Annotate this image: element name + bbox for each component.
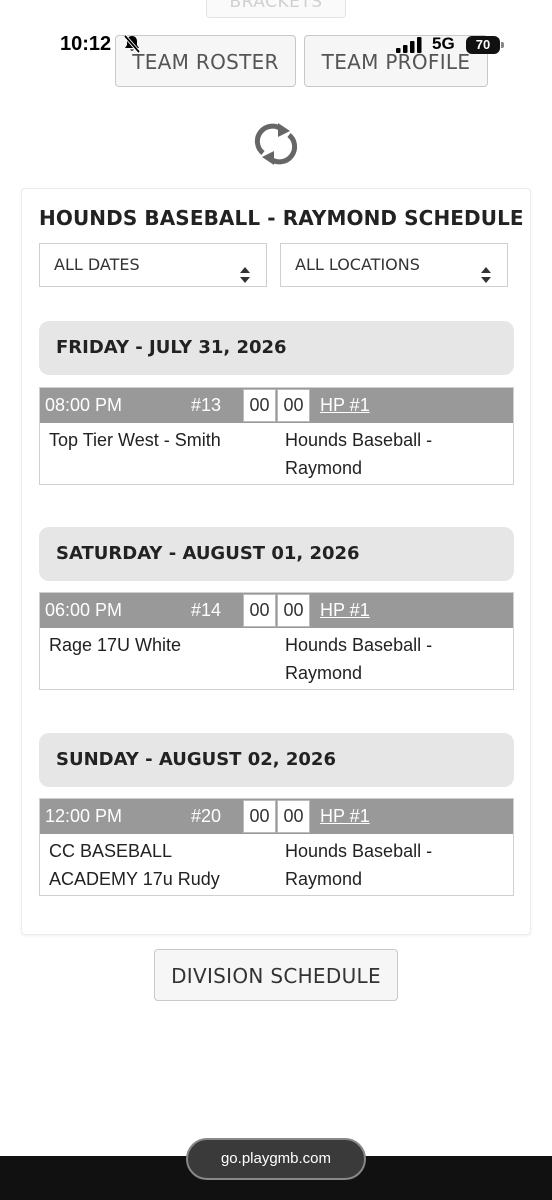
refresh-icon[interactable]: [252, 120, 300, 168]
dates-filter-value: ALL DATES: [54, 255, 140, 274]
game-location-link[interactable]: HP #1: [320, 806, 370, 827]
schedule-card: HOUNDS BASEBALL - RAYMOND SCHEDULE ALL D…: [21, 188, 531, 935]
division-schedule-button[interactable]: DIVISION SCHEDULE: [154, 949, 398, 1001]
brackets-button[interactable]: BRACKETS: [206, 0, 346, 18]
game-location-link[interactable]: HP #1: [320, 395, 370, 416]
game-location-link[interactable]: HP #1: [320, 600, 370, 621]
game-number: #13: [191, 395, 222, 415]
day-header: FRIDAY - JULY 31, 2026: [39, 321, 514, 375]
bell-slash-icon: [122, 34, 142, 58]
locations-filter-select[interactable]: ALL LOCATIONS: [280, 243, 508, 287]
home-team: Hounds Baseball - Raymond: [285, 635, 433, 683]
game-info-bar: 06:00 PM #14 00 00 HP #1: [40, 593, 513, 628]
away-team: Rage 17U White: [49, 635, 182, 655]
signal-bars-icon: [396, 37, 424, 57]
game-time: 12:00 PM: [45, 806, 123, 826]
game-info-bar: 08:00 PM #13 00 00 HP #1: [40, 388, 513, 423]
game-number: #14: [191, 600, 222, 620]
home-team: Hounds Baseball - Raymond: [285, 841, 433, 889]
game-info-bar: 12:00 PM #20 00 00 HP #1: [40, 799, 513, 834]
day-header: SUNDAY - AUGUST 02, 2026: [39, 733, 514, 787]
home-team: Hounds Baseball - Raymond: [285, 430, 433, 478]
away-team: CC BASEBALL ACADEMY 17u Rudy: [49, 841, 220, 889]
dates-filter-select[interactable]: ALL DATES: [39, 243, 267, 287]
game-row: 08:00 PM #13 00 00 HP #1 Top Tier West -…: [39, 387, 514, 485]
away-score: 00: [243, 800, 276, 833]
schedule-title: HOUNDS BASEBALL - RAYMOND SCHEDULE: [39, 206, 524, 230]
away-score: 00: [243, 389, 276, 422]
battery-tip: [501, 42, 504, 48]
url-bar[interactable]: go.playgmb.com: [186, 1138, 366, 1180]
day-header: SATURDAY - AUGUST 01, 2026: [39, 527, 514, 581]
locations-filter-value: ALL LOCATIONS: [295, 255, 420, 274]
away-score: 00: [243, 594, 276, 627]
battery-indicator: 70: [466, 36, 500, 54]
sort-arrows-icon: [481, 257, 491, 299]
game-time: 06:00 PM: [45, 600, 123, 620]
network-type: 5G: [432, 34, 455, 53]
game-row: 06:00 PM #14 00 00 HP #1 Rage 17U White …: [39, 592, 514, 690]
away-team: Top Tier West - Smith: [49, 430, 221, 450]
game-time: 08:00 PM: [45, 395, 123, 415]
home-score: 00: [277, 800, 310, 833]
home-score: 00: [277, 594, 310, 627]
status-time: 10:12: [60, 33, 112, 55]
team-roster-button[interactable]: TEAM ROSTER: [115, 35, 296, 87]
home-score: 00: [277, 389, 310, 422]
game-row: 12:00 PM #20 00 00 HP #1 CC BASEBALL ACA…: [39, 798, 514, 896]
game-number: #20: [191, 806, 222, 826]
sort-arrows-icon: [240, 257, 250, 299]
